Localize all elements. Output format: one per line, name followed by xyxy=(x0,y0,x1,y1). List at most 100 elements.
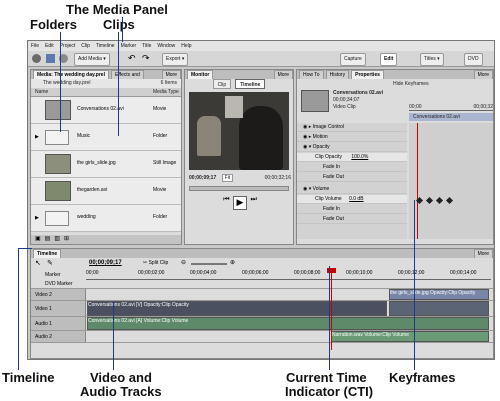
clip-mode-button[interactable]: Clip xyxy=(212,79,232,89)
redo-icon[interactable]: ↷ xyxy=(142,53,150,64)
track-label[interactable]: Video 1 xyxy=(31,301,86,316)
callout-media-panel: The Media Panel xyxy=(66,2,168,17)
callout-cti-line1: Current Time xyxy=(286,370,367,385)
razor-tool-icon[interactable]: ✎ xyxy=(47,259,53,267)
menu-title[interactable]: Title xyxy=(142,41,151,51)
callout-line xyxy=(60,32,61,132)
tab-how-to[interactable]: How To xyxy=(299,70,324,79)
timeline-timecode[interactable]: 00;00;09;17 xyxy=(89,260,122,266)
timeline-clip[interactable]: Conversations 02.avi [A] Volume:Clip Vol… xyxy=(87,317,489,330)
undo-icon[interactable]: ↶ xyxy=(128,53,136,64)
track-audio-1: Audio 1 Conversations 02.avi [A] Volume:… xyxy=(31,317,493,331)
menu-help[interactable]: Help xyxy=(181,41,191,51)
media-panel-footer: ▣▤▥⊞ xyxy=(31,235,181,244)
clip-thumbnail xyxy=(301,90,329,112)
effect-volume[interactable]: ◉ ▾ Volume xyxy=(297,185,407,194)
titles-button[interactable]: Titles ▾ xyxy=(420,53,444,66)
media-item-name: wedding xyxy=(77,214,96,220)
timeline-clip[interactable] xyxy=(389,301,489,316)
fit-select[interactable]: Fit xyxy=(221,174,234,182)
media-item[interactable]: thegarden.avi Movie xyxy=(31,178,181,205)
expand-arrow-icon[interactable]: ▶ xyxy=(35,134,39,140)
more-menu[interactable]: More xyxy=(473,249,493,258)
zoom-out-icon[interactable]: ⊖ xyxy=(181,259,186,266)
media-item-name: Conversations 02.avi xyxy=(77,106,124,112)
callout-folders: Folders xyxy=(30,17,77,32)
add-media-button[interactable]: Add Media ▾ xyxy=(74,53,110,66)
clip-volume-row[interactable]: Clip Volume 0.0 dB xyxy=(297,195,407,204)
split-clip-button[interactable]: ✂ Split Clip xyxy=(143,260,168,266)
track-video-2: Video 2 the girls_slide.jpg Opacity:Clip… xyxy=(31,289,493,301)
step-forward-icon[interactable]: ⏭ xyxy=(250,196,256,210)
tab-effects[interactable]: Effects and xyxy=(110,70,144,79)
media-item[interactable]: ▶ wedding Folder xyxy=(31,205,181,232)
tab-media[interactable]: Media: The wedding day.prel xyxy=(33,70,109,79)
effect-image-control[interactable]: ◉ ▸ Image Control xyxy=(297,123,407,132)
timeline-clip[interactable]: Narration.wav Volume:Clip Volume xyxy=(331,331,489,342)
volume-fade-in-button[interactable]: Fade In xyxy=(297,205,407,214)
zoom-in-icon[interactable]: ⊕ xyxy=(230,259,235,266)
expand-arrow-icon[interactable]: ▶ xyxy=(35,215,39,221)
edit-button[interactable]: Edit xyxy=(380,53,398,66)
menu-project[interactable]: Project xyxy=(60,41,76,51)
monitor-timecode-bar: 00;00;09;17 Fit 00;00;32;16 xyxy=(189,174,291,183)
fade-out-button[interactable]: Fade Out xyxy=(297,173,407,182)
current-timecode[interactable]: 00;00;09;17 xyxy=(189,175,216,181)
menu-file[interactable]: File xyxy=(31,41,39,51)
clip-opacity-value[interactable]: 100.0% xyxy=(351,154,368,160)
effect-motion[interactable]: ◉ ▸ Motion xyxy=(297,133,407,142)
timeline-ruler[interactable]: 00;00 00;00;02;00 00;00;04;00 00;00;06;0… xyxy=(86,270,491,280)
selection-tool-icon[interactable]: ↖ xyxy=(35,259,41,267)
capture-button[interactable]: Capture xyxy=(340,53,366,66)
callout-line xyxy=(118,32,119,136)
menu-edit[interactable]: Edit xyxy=(45,41,54,51)
volume-fade-out-button[interactable]: Fade Out xyxy=(297,215,407,224)
monitor-scrub-bar[interactable] xyxy=(189,186,289,191)
timeline-clip[interactable]: Conversations 02.avi [V] Opacity:Clip Op… xyxy=(87,301,387,316)
play-icon[interactable]: ▶ xyxy=(232,196,248,210)
export-button[interactable]: Export ▾ xyxy=(162,53,189,66)
menu-clip[interactable]: Clip xyxy=(81,41,90,51)
more-menu[interactable]: More xyxy=(473,70,493,79)
dvd-button[interactable]: DVD xyxy=(464,53,483,66)
track-label[interactable]: Video 2 xyxy=(31,289,86,300)
tab-history[interactable]: History xyxy=(325,70,350,79)
more-menu[interactable]: More xyxy=(161,70,181,79)
keyframe-marker[interactable] xyxy=(435,196,444,205)
clip-opacity-row[interactable]: Clip Opacity 100.0% xyxy=(297,153,407,162)
monitor-transport: ⏮ ▶ ⏭ xyxy=(209,196,271,210)
tab-timeline[interactable]: Timeline xyxy=(33,249,62,258)
media-item[interactable]: ▶ Music Folder xyxy=(31,124,181,151)
keyframe-marker[interactable] xyxy=(425,196,434,205)
ruler-tick: 00;00;12;00 xyxy=(398,270,425,276)
save-icon[interactable] xyxy=(46,54,55,63)
clip-info: Conversations 02.avi 00;00;34;07 Video C… xyxy=(333,90,383,111)
menu-window[interactable]: Window xyxy=(157,41,175,51)
media-item[interactable]: Conversations 02.avi Movie xyxy=(31,97,181,124)
tab-properties[interactable]: Properties xyxy=(351,70,384,79)
timeline-cti[interactable] xyxy=(331,270,332,350)
toolbar: Add Media ▾ ↶ ↷ Export ▾ Capture Edit Ti… xyxy=(28,51,494,67)
track-label[interactable]: Audio 1 xyxy=(31,317,86,330)
step-back-icon[interactable]: ⏮ xyxy=(223,196,229,210)
effect-opacity[interactable]: ◉ ▾ Opacity xyxy=(297,143,407,152)
fade-in-button[interactable]: Fade In xyxy=(297,163,407,172)
clip-volume-value[interactable]: 0.0 dB xyxy=(349,196,363,202)
keyframe-marker[interactable] xyxy=(445,196,454,205)
col-media-type[interactable]: Media Type xyxy=(153,88,179,97)
timeline-clip[interactable]: the girls_slide.jpg Opacity:Clip Opacity xyxy=(389,289,489,300)
project-icon[interactable] xyxy=(32,54,41,63)
menu-timeline[interactable]: Timeline xyxy=(96,41,115,51)
tab-monitor[interactable]: Monitor xyxy=(187,70,214,79)
properties-cti-line[interactable] xyxy=(417,123,418,239)
track-label[interactable]: Audio 2 xyxy=(31,331,86,342)
hide-keyframes-toggle[interactable]: Hide Keyframes xyxy=(393,81,429,87)
zoom-slider[interactable] xyxy=(191,263,227,265)
timeline-mode-button[interactable]: Timeline xyxy=(235,79,266,89)
timeline-panel: Timeline More ↖ ✎ 00;00;09;17 ✂ Split Cl… xyxy=(30,248,494,359)
media-item[interactable]: the girls_slide.jpg Still Image xyxy=(31,151,181,178)
more-menu[interactable]: More xyxy=(273,70,293,79)
dvd-marker-label: DVD Marker xyxy=(45,281,73,287)
col-name[interactable]: Name xyxy=(35,88,48,97)
menu-marker[interactable]: Marker xyxy=(121,41,137,51)
